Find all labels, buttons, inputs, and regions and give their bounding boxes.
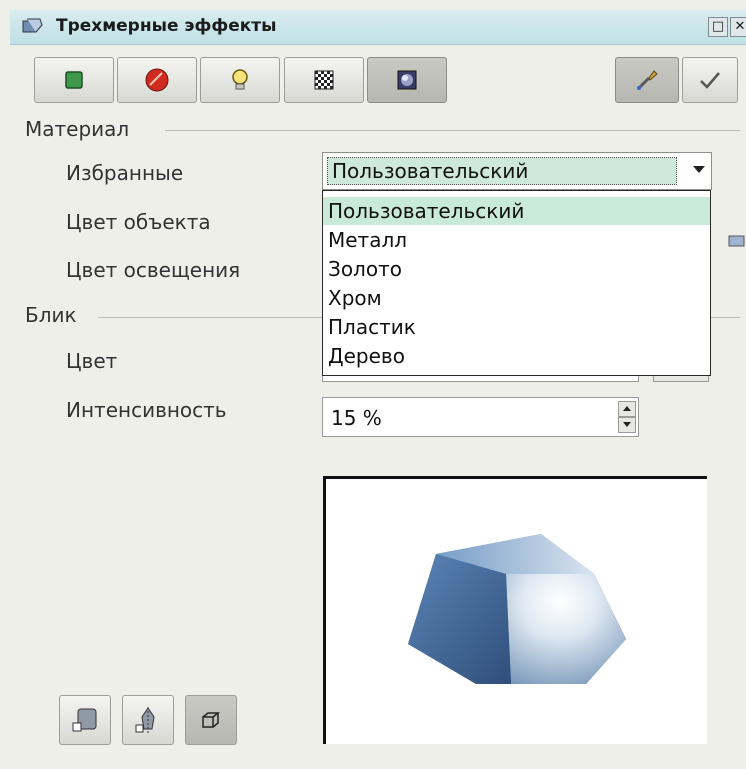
intensity-value: 15 % xyxy=(331,406,382,430)
material-button[interactable] xyxy=(367,57,447,103)
lathe-object-button[interactable] xyxy=(122,695,174,745)
spin-down-button[interactable] xyxy=(618,417,636,433)
textures-icon xyxy=(314,70,334,90)
material-icon xyxy=(397,70,417,90)
dropdown-option[interactable]: Хром xyxy=(323,284,710,312)
dropdown-option[interactable]: Пластик xyxy=(323,313,710,341)
close-button[interactable]: ✕ xyxy=(730,17,746,37)
color-picker-icon[interactable] xyxy=(727,233,746,247)
convert-to-3d-button[interactable] xyxy=(59,695,111,745)
window-title: Трехмерные эффекты xyxy=(56,16,277,36)
perspective-button[interactable] xyxy=(185,695,237,745)
title-bar[interactable]: Трехмерные эффекты □ ✕ xyxy=(10,10,746,45)
assign-checkmark-icon xyxy=(700,72,720,89)
geometry-icon xyxy=(65,71,83,89)
shading-icon xyxy=(145,68,169,92)
section-divider xyxy=(165,130,740,131)
favorites-selected-value: Пользовательский xyxy=(327,157,677,185)
favorites-combobox[interactable]: Пользовательский xyxy=(322,152,712,190)
convert-to-3d-icon xyxy=(72,708,97,732)
pipette-icon xyxy=(636,70,658,91)
perspective-icon xyxy=(202,712,221,728)
preview-3d-shape xyxy=(408,534,626,684)
pipette-button[interactable] xyxy=(615,57,679,103)
geometry-button[interactable] xyxy=(34,57,114,103)
restore-button[interactable]: □ xyxy=(708,17,728,37)
spin-up-button[interactable] xyxy=(618,401,636,417)
3d-effects-dialog: Трехмерные эффекты □ ✕ Материал Избранны… xyxy=(0,0,746,769)
material-section-label: Материал xyxy=(25,117,130,141)
intensity-label: Интенсивность xyxy=(66,398,227,422)
dropdown-option[interactable]: Металл xyxy=(323,226,710,254)
dropdown-option[interactable]: Дерево xyxy=(323,342,710,370)
favorites-label: Избранные xyxy=(66,161,184,185)
3d-effects-icon xyxy=(22,18,43,33)
specular-section-label: Блик xyxy=(25,303,77,327)
3d-preview xyxy=(323,476,707,744)
intensity-spinbox[interactable]: 15 % xyxy=(322,397,639,437)
textures-button[interactable] xyxy=(284,57,364,103)
object-color-label: Цвет объекта xyxy=(66,210,211,234)
shading-button[interactable] xyxy=(117,57,197,103)
assign-button[interactable] xyxy=(682,57,738,103)
illumination-button[interactable] xyxy=(200,57,280,103)
lathe-object-icon xyxy=(135,707,155,733)
dropdown-option[interactable]: Золото xyxy=(323,255,710,283)
illumination-color-label: Цвет освещения xyxy=(66,258,241,282)
specular-color-label: Цвет xyxy=(66,349,118,373)
dropdown-option[interactable]: Пользовательский xyxy=(323,197,710,225)
chevron-down-icon[interactable] xyxy=(693,166,705,173)
illumination-icon xyxy=(232,69,248,90)
favorites-dropdown-list[interactable]: Пользовательский Металл Золото Хром Плас… xyxy=(322,190,711,376)
